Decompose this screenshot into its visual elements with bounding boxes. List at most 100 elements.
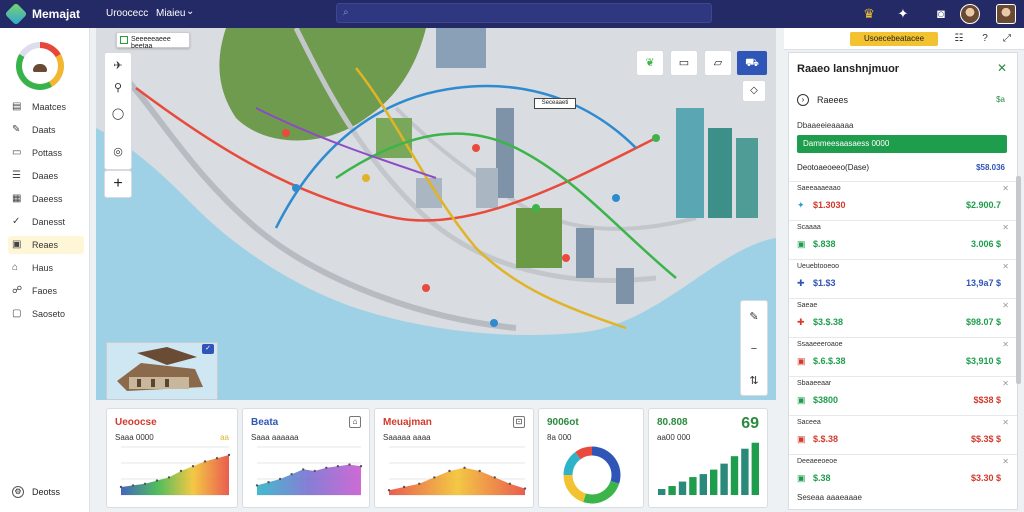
nav-menu-secondary[interactable]: Miaieu bbox=[156, 8, 185, 19]
search-input[interactable] bbox=[359, 7, 699, 20]
sidebar-settings[interactable]: ⚙ Deotss bbox=[8, 484, 84, 502]
close-icon[interactable]: ✕ bbox=[1002, 223, 1009, 232]
message-icon[interactable]: ◙ bbox=[932, 5, 950, 23]
reset-icon[interactable]: ⇅ bbox=[741, 365, 767, 397]
sidebar-item-2[interactable]: ▭ Pottass bbox=[8, 144, 84, 162]
data-point bbox=[191, 465, 195, 468]
folder-tool-icon[interactable]: ▱ bbox=[704, 50, 732, 76]
metric-row[interactable]: Sbaaeeaar ✕ ▣ $3800 $$38 $ bbox=[789, 376, 1017, 414]
chart-card-4[interactable]: 9006ot 8a 000 bbox=[538, 408, 644, 508]
notification-icon[interactable]: ♛ bbox=[860, 5, 878, 23]
zoom-controls: ✎ − ⇅ bbox=[740, 300, 768, 396]
highlight-bar[interactable]: Dammeesaasaess 0000 bbox=[797, 135, 1007, 153]
data-point bbox=[448, 469, 451, 473]
layers-tool-icon[interactable]: ◎ bbox=[105, 141, 131, 163]
metric-row[interactable]: Ueuebtooeoo ✕ ✚ $1.$3 13,9a7 $ bbox=[789, 259, 1017, 297]
map-landmark-label[interactable]: Seceaaeti bbox=[534, 98, 576, 109]
close-icon[interactable]: ✕ bbox=[997, 61, 1007, 75]
search-box[interactable]: ⌕ bbox=[336, 3, 712, 23]
layers-icon: ▭ bbox=[12, 147, 22, 158]
data-point bbox=[155, 479, 159, 482]
chart-card-1[interactable]: Ueoocse Saaa 0000 aa bbox=[106, 408, 238, 508]
thumbnail-badge[interactable]: ✓ bbox=[202, 344, 214, 354]
metric-label: Sbaaeeaar bbox=[797, 380, 832, 387]
metric-row[interactable]: Scaaaa ✕ ▣ $.838 3.006 $ bbox=[789, 220, 1017, 258]
close-icon[interactable]: ✕ bbox=[1002, 184, 1009, 193]
close-icon[interactable]: ✕ bbox=[1002, 340, 1009, 349]
star-icon[interactable]: ✦ bbox=[894, 5, 912, 23]
vehicle-tool-icon[interactable]: ⛟ bbox=[736, 50, 768, 76]
metric-row[interactable]: Ssaaeeeroaoe ✕ ▣ $.6.$.38 $3,910 $ bbox=[789, 337, 1017, 375]
metric-total: $3.30 $ bbox=[970, 473, 1001, 483]
metric-total: $2.900.7 bbox=[965, 200, 1001, 210]
list-icon: ☰ bbox=[12, 170, 21, 181]
close-icon[interactable]: ✕ bbox=[1002, 379, 1009, 388]
sidebar-item-3[interactable]: ☰ Daaes bbox=[8, 167, 84, 185]
metric-value: $.$.38 bbox=[813, 434, 839, 444]
sidebar-item-8[interactable]: ☍ Faoes bbox=[8, 282, 84, 300]
sidebar-item-6[interactable]: ▣ Reaes bbox=[8, 236, 84, 254]
sidebar-item-7[interactable]: ⌂ Haus bbox=[8, 259, 84, 277]
close-icon[interactable]: ✕ bbox=[1002, 418, 1009, 427]
close-icon[interactable]: ✕ bbox=[1002, 301, 1009, 310]
compass-icon[interactable]: ◇ bbox=[742, 80, 766, 102]
help-icon[interactable]: ? bbox=[976, 30, 994, 48]
chevron-down-icon[interactable]: ⌄ bbox=[186, 6, 194, 17]
chart-card-3[interactable]: Meuajman Saaaaa aaaa ⊡ bbox=[374, 408, 534, 508]
data-point bbox=[227, 453, 231, 457]
app-logo-icon[interactable] bbox=[4, 2, 28, 26]
data-point bbox=[348, 463, 351, 466]
metric-icon: ▣ bbox=[797, 473, 806, 483]
sidebar-item-label: Daaes bbox=[32, 171, 59, 181]
check-icon: ✓ bbox=[12, 216, 21, 227]
chevron-icon: › bbox=[797, 94, 809, 106]
data-point bbox=[508, 482, 512, 485]
data-point bbox=[131, 484, 135, 487]
chart-card-2[interactable]: Beata Saaa aaaaaa ⌂ bbox=[242, 408, 370, 508]
sidebar-item-9[interactable]: ▢ Saoseto bbox=[8, 305, 84, 323]
zoom-out-icon[interactable]: − bbox=[741, 333, 767, 365]
panel-selector[interactable]: › Raeees $a bbox=[797, 91, 1009, 111]
status-chip[interactable]: Usoecebeatacee bbox=[850, 32, 938, 46]
leaf-tool-icon[interactable]: ❦ bbox=[636, 50, 664, 76]
metric-value: $.38 bbox=[813, 473, 831, 483]
route-tool-icon[interactable]: ✈ bbox=[105, 55, 131, 77]
gauge-icon bbox=[16, 42, 64, 90]
panel-title: Raaeo lanshnjmuor bbox=[797, 63, 900, 75]
donut-chart bbox=[563, 446, 621, 504]
nav-menu-primary[interactable]: Uroocecc bbox=[106, 8, 148, 19]
metric-icon: ▣ bbox=[797, 356, 806, 366]
tooltip-text: Seeeeeaeee beetaa bbox=[131, 36, 171, 50]
metric-label: Deeaeeoeoe bbox=[797, 458, 838, 465]
sidebar-item-5[interactable]: ✓ Danesst bbox=[8, 213, 84, 231]
table-icon: ▣ bbox=[12, 239, 22, 250]
sidebar-item-4[interactable]: ▦ Daeess bbox=[8, 190, 84, 208]
metric-row[interactable]: Deeaeeoeoe ✕ ▣ $.38 $3.30 $ bbox=[789, 454, 1017, 492]
expand-icon[interactable]: ⤢ bbox=[998, 30, 1016, 48]
panel-scrollbar[interactable] bbox=[1016, 176, 1021, 384]
sidebar-item-1[interactable]: ✎ Daats bbox=[8, 121, 84, 139]
menu-icon[interactable]: ☷ bbox=[950, 30, 968, 48]
pin-tool-icon[interactable]: ⚲ bbox=[105, 77, 131, 99]
locate-tool-icon[interactable]: ◯ bbox=[105, 103, 131, 125]
sidebar-item-label: Haus bbox=[32, 263, 54, 273]
add-marker-button[interactable]: + bbox=[104, 170, 132, 198]
close-icon[interactable]: ✕ bbox=[1002, 262, 1009, 271]
data-point bbox=[493, 476, 496, 479]
metric-row[interactable]: Saeeaaaeaao ✕ ✦ $1.3030 $2.900.7 bbox=[789, 181, 1017, 219]
profile-avatar[interactable] bbox=[996, 4, 1016, 24]
close-icon[interactable]: ✕ bbox=[1002, 457, 1009, 466]
chart-card-5[interactable]: 80.808 aa00 000 69 bbox=[648, 408, 768, 508]
top-bar: Memajat Uroocecc Miaieu ⌄ ⌕ ♛ ✦ ◙ bbox=[0, 0, 1024, 28]
metric-icon: ✚ bbox=[797, 317, 805, 327]
summary-label: Deotoaeoeeo(Dase) bbox=[797, 163, 870, 172]
metric-row[interactable]: Saeae ✕ ✚ $3.$.38 $98.07 $ bbox=[789, 298, 1017, 336]
metric-row[interactable]: Saceea ✕ ▣ $.$.38 $$.3$ $ bbox=[789, 415, 1017, 453]
settings-icon: ⚙ bbox=[12, 486, 24, 498]
pan-icon[interactable]: ✎ bbox=[741, 301, 767, 333]
book-tool-icon[interactable]: ▭ bbox=[670, 50, 698, 76]
donut-slice bbox=[575, 446, 593, 460]
user-avatar[interactable] bbox=[960, 4, 980, 24]
metric-value: $1.3030 bbox=[813, 200, 846, 210]
sidebar-item-0[interactable]: ▤ Maatces bbox=[8, 98, 84, 116]
